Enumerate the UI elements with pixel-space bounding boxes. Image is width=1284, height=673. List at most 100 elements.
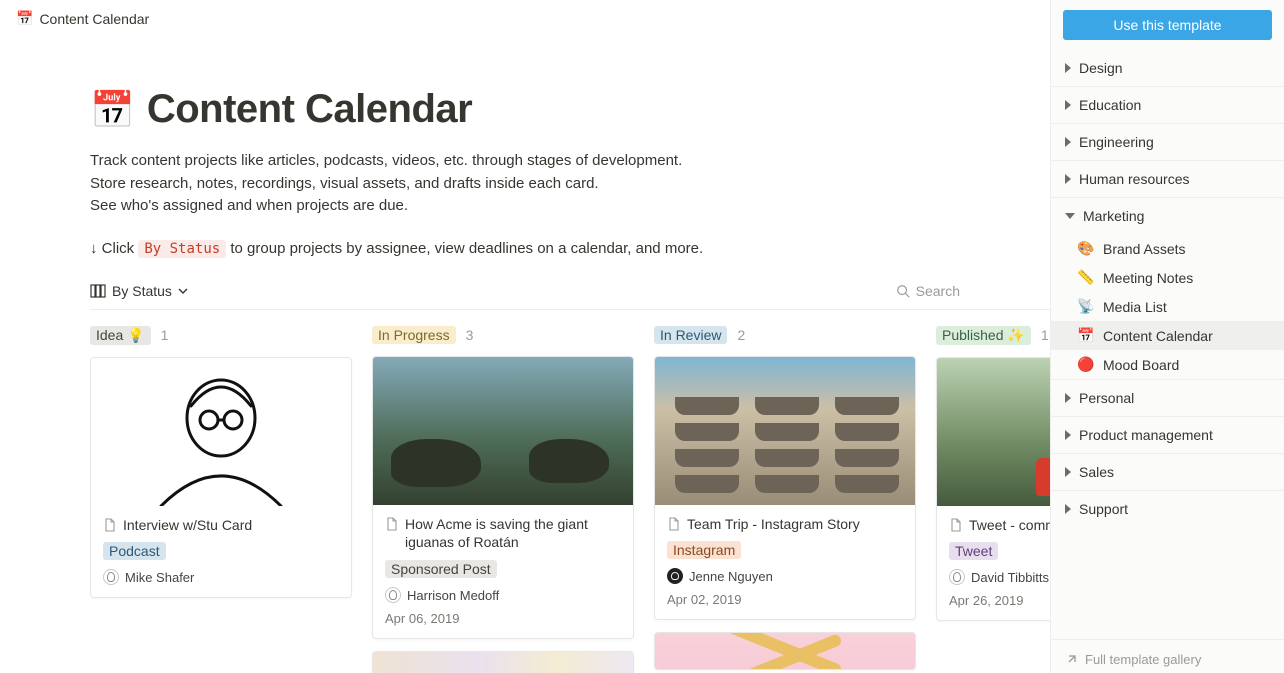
sidebar-item-content-calendar[interactable]: 📅 Content Calendar <box>1051 321 1284 350</box>
page-description-line: Track content projects like articles, po… <box>90 150 1050 173</box>
card-body: Tweet - community kickoffTweetDavid Tibb… <box>937 506 1050 621</box>
sidebar-section-marketing[interactable]: Marketing <box>1051 197 1284 234</box>
sidebar-item-media-list[interactable]: 📡 Media List <box>1051 292 1284 321</box>
footer-label: Full template gallery <box>1085 652 1201 667</box>
card-tag: Sponsored Post <box>385 560 497 578</box>
sidebar-section-label: Sales <box>1079 464 1114 480</box>
calendar-icon: 📅 <box>16 10 33 27</box>
card-assignee: David Tibbitts <box>949 569 1050 585</box>
board-column: In Progress 3 How Acme is saving the giant… <box>372 326 634 673</box>
page-hint: ↓ Click By Status to group projects by a… <box>90 240 1050 257</box>
sidebar-item-label: Media List <box>1103 299 1167 315</box>
hint-code: By Status <box>138 240 226 258</box>
page-description: Track content projects like articles, po… <box>90 150 1050 218</box>
card-cover <box>373 652 633 673</box>
breadcrumb[interactable]: 📅 Content Calendar <box>0 0 1050 37</box>
page-content: 📅 Content Calendar Track content project… <box>0 37 1050 673</box>
sidebar-section-product-management[interactable]: Product management <box>1051 416 1284 453</box>
page-header: 📅 Content Calendar Track content project… <box>90 37 1050 257</box>
sidebar-section-support[interactable]: Support <box>1051 490 1284 527</box>
board-card[interactable]: How Acme is saving the giant iguanas of … <box>372 356 634 640</box>
sidebar-item-brand-assets[interactable]: 🎨Brand Assets <box>1051 234 1284 263</box>
column-status-pill: Idea 💡 <box>90 326 151 345</box>
assignee-name: David Tibbitts <box>971 570 1049 585</box>
page-description-line: Store research, notes, recordings, visua… <box>90 173 1050 196</box>
calendar-icon: 📅 <box>90 92 135 128</box>
sidebar-section-human-resources[interactable]: Human resources <box>1051 160 1284 197</box>
card-cover <box>655 633 915 670</box>
sidebar-item-icon: 📡 <box>1077 298 1095 315</box>
board-card[interactable]: Interview w/Stu Card Podcast Mike Shafer <box>90 357 352 599</box>
chevron-right-icon <box>1065 393 1071 403</box>
card-tag: Podcast <box>103 542 166 560</box>
divider <box>90 309 1050 310</box>
view-label: By Status <box>112 283 172 299</box>
chevron-right-icon <box>1065 430 1071 440</box>
avatar <box>949 569 965 585</box>
use-template-button[interactable]: Use this template <box>1063 10 1272 40</box>
avatar <box>385 587 401 603</box>
sidebar-item-icon: 📏 <box>1077 269 1095 286</box>
card-cover <box>655 357 915 505</box>
sidebar-section-label: Personal <box>1079 390 1134 406</box>
sidebar-section-label: Human resources <box>1079 171 1190 187</box>
sidebar-section-label: Education <box>1079 97 1141 113</box>
main-area: 📅 Content Calendar 📅 Content Calendar Tr… <box>0 0 1050 673</box>
sidebar-item-mood-board[interactable]: 🔴 Mood Board <box>1051 350 1284 379</box>
card-cover <box>937 358 1050 506</box>
column-count: 1 <box>1041 327 1049 343</box>
board-column: In Review2Team Trip - Instagram StoryIns… <box>654 326 916 673</box>
full-template-gallery-link[interactable]: Full template gallery <box>1051 639 1284 673</box>
avatar <box>667 568 683 584</box>
search-icon <box>896 284 910 298</box>
view-selector[interactable]: By Status <box>90 283 188 299</box>
column-status-pill: In Progress <box>372 326 456 344</box>
sidebar-section-label: Product management <box>1079 427 1213 443</box>
chevron-down-icon <box>1065 213 1075 219</box>
page-icon <box>949 518 963 532</box>
sidebar-section-personal[interactable]: Personal <box>1051 379 1284 416</box>
sidebar-section-engineering[interactable]: Engineering <box>1051 123 1284 160</box>
assignee-name: Mike Shafer <box>125 570 194 585</box>
sidebar-section-label: Support <box>1079 501 1128 517</box>
card-assignee: Jenne Nguyen <box>667 568 903 584</box>
column-count: 1 <box>161 327 169 343</box>
card-date: Apr 02, 2019 <box>667 592 903 607</box>
sidebar-item-meeting-notes[interactable]: 📏Meeting Notes <box>1051 263 1284 292</box>
card-body: Team Trip - Instagram StoryInstagramJenn… <box>655 505 915 620</box>
chevron-right-icon <box>1065 100 1071 110</box>
external-link-icon <box>1065 654 1077 666</box>
template-sidebar: Use this template Design Education Enginee… <box>1050 0 1284 673</box>
column-status-pill: Published ✨ <box>936 326 1031 345</box>
board-card[interactable]: Team Trip - Instagram StoryInstagramJenn… <box>654 356 916 621</box>
sidebar-item-label: Content Calendar <box>1103 328 1213 344</box>
page-icon <box>385 517 399 531</box>
card-cover <box>91 358 351 506</box>
page-icon <box>667 517 681 531</box>
view-bar: By Status Search <box>90 283 1050 299</box>
hint-suffix: to group projects by assignee, view dead… <box>226 240 703 257</box>
card-assignee: Mike Shafer <box>103 569 339 585</box>
column-count: 3 <box>466 327 474 343</box>
board-column: Published ✨ 1 Tweet - community kickoffTwe… <box>936 326 1050 673</box>
board-card[interactable] <box>654 632 916 670</box>
sidebar-item-label: Mood Board <box>1103 357 1179 373</box>
avatar <box>103 569 119 585</box>
card-tag: Instagram <box>667 541 741 559</box>
sidebar-section-label: Marketing <box>1083 208 1144 224</box>
column-header: In Progress 3 <box>372 326 634 344</box>
board-card[interactable]: Tweet - community kickoffTweetDavid Tibb… <box>936 357 1050 622</box>
sidebar-section-education[interactable]: Education <box>1051 86 1284 123</box>
sidebar-section-design[interactable]: Design <box>1051 50 1284 86</box>
chevron-right-icon <box>1065 174 1071 184</box>
sidebar-item-icon: 🔴 <box>1077 356 1095 373</box>
sidebar-item-icon: 📅 <box>1077 327 1095 344</box>
board-card[interactable] <box>372 651 634 673</box>
sidebar-item-label: Brand Assets <box>1103 241 1186 257</box>
chevron-right-icon <box>1065 63 1071 73</box>
sidebar-section-sales[interactable]: Sales <box>1051 453 1284 490</box>
breadcrumb-title: Content Calendar <box>39 11 149 27</box>
search-box[interactable]: Search <box>896 283 960 299</box>
kanban-board: Idea 💡 1 Interview w/Stu Card Podcast Mike S… <box>90 326 1050 673</box>
card-title: Interview w/Stu Card <box>103 516 339 535</box>
